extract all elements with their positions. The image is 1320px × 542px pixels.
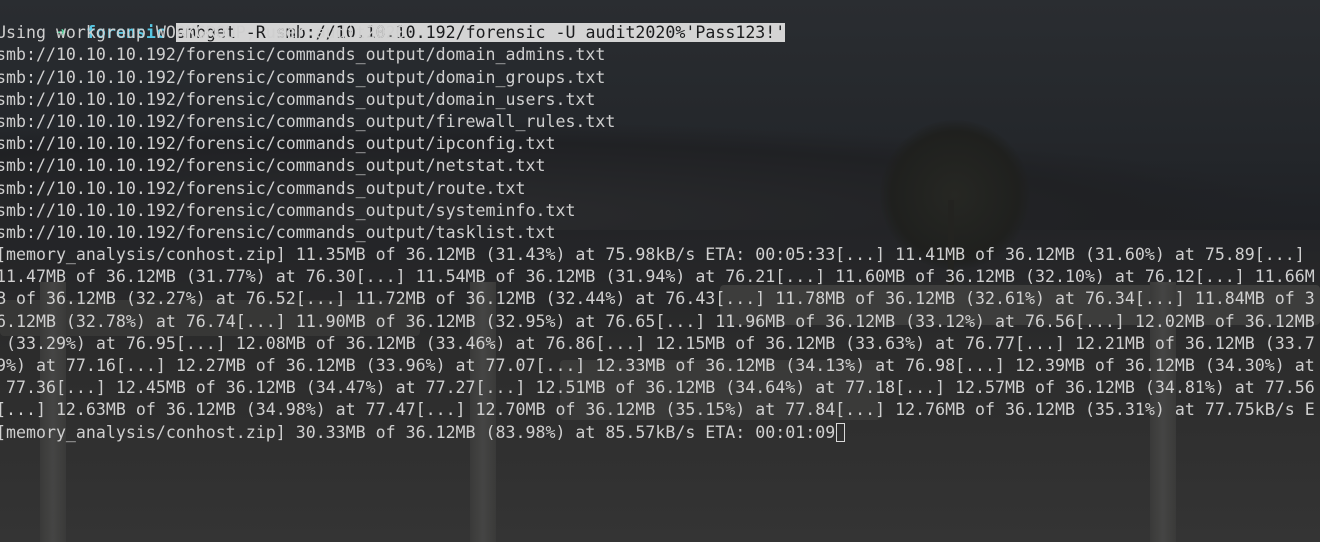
text-cursor[interactable] xyxy=(836,422,846,442)
output-line: smb://10.10.10.192/forensic/commands_out… xyxy=(0,200,576,220)
output-line: 9%) at 77.16[...] 12.27MB of 36.12MB (33… xyxy=(0,356,1315,375)
output-line: smb://10.10.10.192/forensic/commands_out… xyxy=(0,111,616,131)
terminal-output[interactable]: ➜ forensic smbget -R smb://10.10.10.192/… xyxy=(0,0,1320,444)
output-line: smb://10.10.10.192/forensic/commands_out… xyxy=(0,89,596,109)
output-line: B of 36.12MB (32.27%) at 76.52[...] 11.7… xyxy=(0,289,1315,309)
output-line: smb://10.10.10.192/forensic/commands_out… xyxy=(0,45,606,65)
terminal-window[interactable]: ➜ forensic smbget -R smb://10.10.10.192/… xyxy=(0,0,1320,542)
output-line: 11.47MB of 36.12MB (31.77%) at 76.30[...… xyxy=(0,267,1315,287)
output-line: Using workgroup WORKGROUP, user audit202… xyxy=(0,23,406,43)
output-line: smb://10.10.10.192/forensic/commands_out… xyxy=(0,178,526,198)
output-line: [memory_analysis/conhost.zip] 11.35MB of… xyxy=(0,245,1305,265)
output-line: smb://10.10.10.192/forensic/commands_out… xyxy=(0,156,546,176)
progress-text: [memory_analysis/conhost.zip] 30.33MB of… xyxy=(0,422,836,442)
progress-line-current: [memory_analysis/conhost.zip] 30.33MB of… xyxy=(0,422,1316,444)
prompt-line: ➜ forensic smbget -R smb://10.10.10.192/… xyxy=(0,0,1316,43)
output-line: smb://10.10.10.192/forensic/commands_out… xyxy=(0,222,556,242)
output-line: 77.36[...] 12.45MB of 36.12MB (34.47%) a… xyxy=(0,378,1315,398)
output-line: smb://10.10.10.192/forensic/commands_out… xyxy=(0,134,556,154)
output-lines: Using workgroup WORKGROUP, user audit202… xyxy=(0,22,1320,421)
output-line: [...] 12.63MB of 36.12MB (34.98%) at 77.… xyxy=(0,400,1315,420)
output-line: (33.29%) at 76.95[...] 12.08MB of 36.12M… xyxy=(0,333,1315,353)
output-line: smb://10.10.10.192/forensic/commands_out… xyxy=(0,67,606,87)
output-line: 6.12MB (32.78%) at 76.74[...] 11.90MB of… xyxy=(0,311,1315,331)
